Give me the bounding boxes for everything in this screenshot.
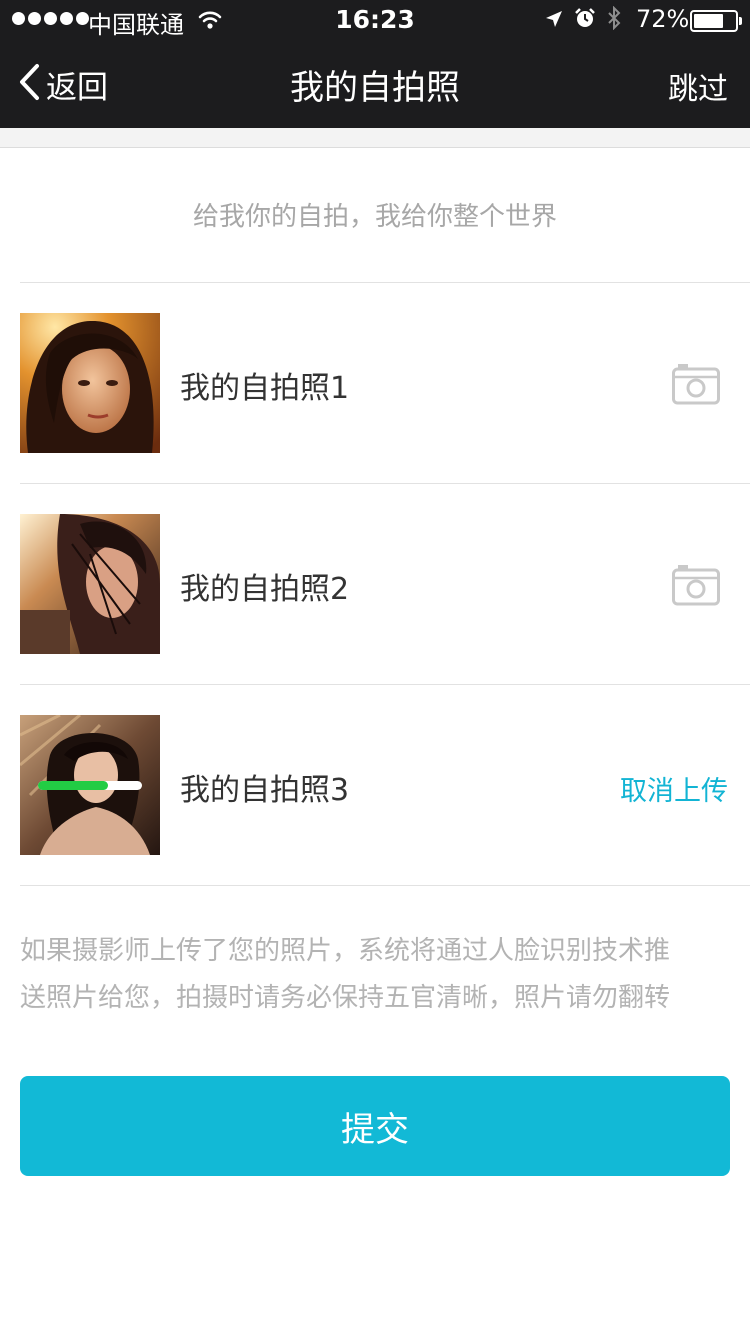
photo-label-3: 我的自拍照3 <box>180 773 350 808</box>
slogan-text: 给我你的自拍，我给你整个世界 <box>192 202 557 232</box>
cancel-upload-button[interactable]: 取消上传 <box>620 769 728 808</box>
selfie-thumbnail-1[interactable] <box>20 313 160 453</box>
photo-row-1: 我的自拍照1 <box>0 283 750 483</box>
submit-button[interactable]: 提交 <box>20 1076 730 1176</box>
page-title: 我的自拍照 <box>290 68 460 108</box>
upload-notice: 如果摄影师上传了您的照片，系统将通过人脸识别技术推 送照片给您，拍摄时请务必保持… <box>20 928 732 1022</box>
battery-icon <box>690 10 742 32</box>
status-icons <box>544 5 622 36</box>
selfie-thumbnail-3[interactable] <box>20 715 160 855</box>
selfie-thumbnail-2[interactable] <box>20 514 160 654</box>
chevron-left-icon <box>18 63 40 105</box>
back-label: 返回 <box>46 69 108 106</box>
notice-line-2: 送照片给您，拍摄时请务必保持五官清晰，照片请勿翻转 <box>20 983 671 1013</box>
battery-percent: 72% <box>636 5 690 33</box>
status-bar: 中国联通 16:23 72% <box>0 0 750 40</box>
top-bar: 中国联通 16:23 72% 返回 我的自拍照 跳过 <box>0 0 750 128</box>
bluetooth-icon <box>606 5 622 36</box>
photo-label-2: 我的自拍照2 <box>180 572 350 607</box>
photo-row-2: 我的自拍照2 <box>0 484 750 684</box>
photo-row-3: 我的自拍照3 取消上传 <box>0 685 750 885</box>
back-button[interactable]: 返回 <box>18 62 108 106</box>
notice-line-1: 如果摄影师上传了您的照片，系统将通过人脸识别技术推 <box>20 936 671 966</box>
header-divider-strip <box>0 128 750 148</box>
upload-progress-fill <box>38 781 108 790</box>
location-arrow-icon <box>544 7 564 35</box>
skip-button[interactable]: 跳过 <box>668 64 728 108</box>
upload-progress-bar <box>38 781 142 790</box>
divider <box>20 885 750 886</box>
camera-icon[interactable] <box>672 363 720 405</box>
photo-label-1: 我的自拍照1 <box>180 371 350 406</box>
alarm-icon <box>574 7 596 35</box>
camera-icon[interactable] <box>672 564 720 606</box>
